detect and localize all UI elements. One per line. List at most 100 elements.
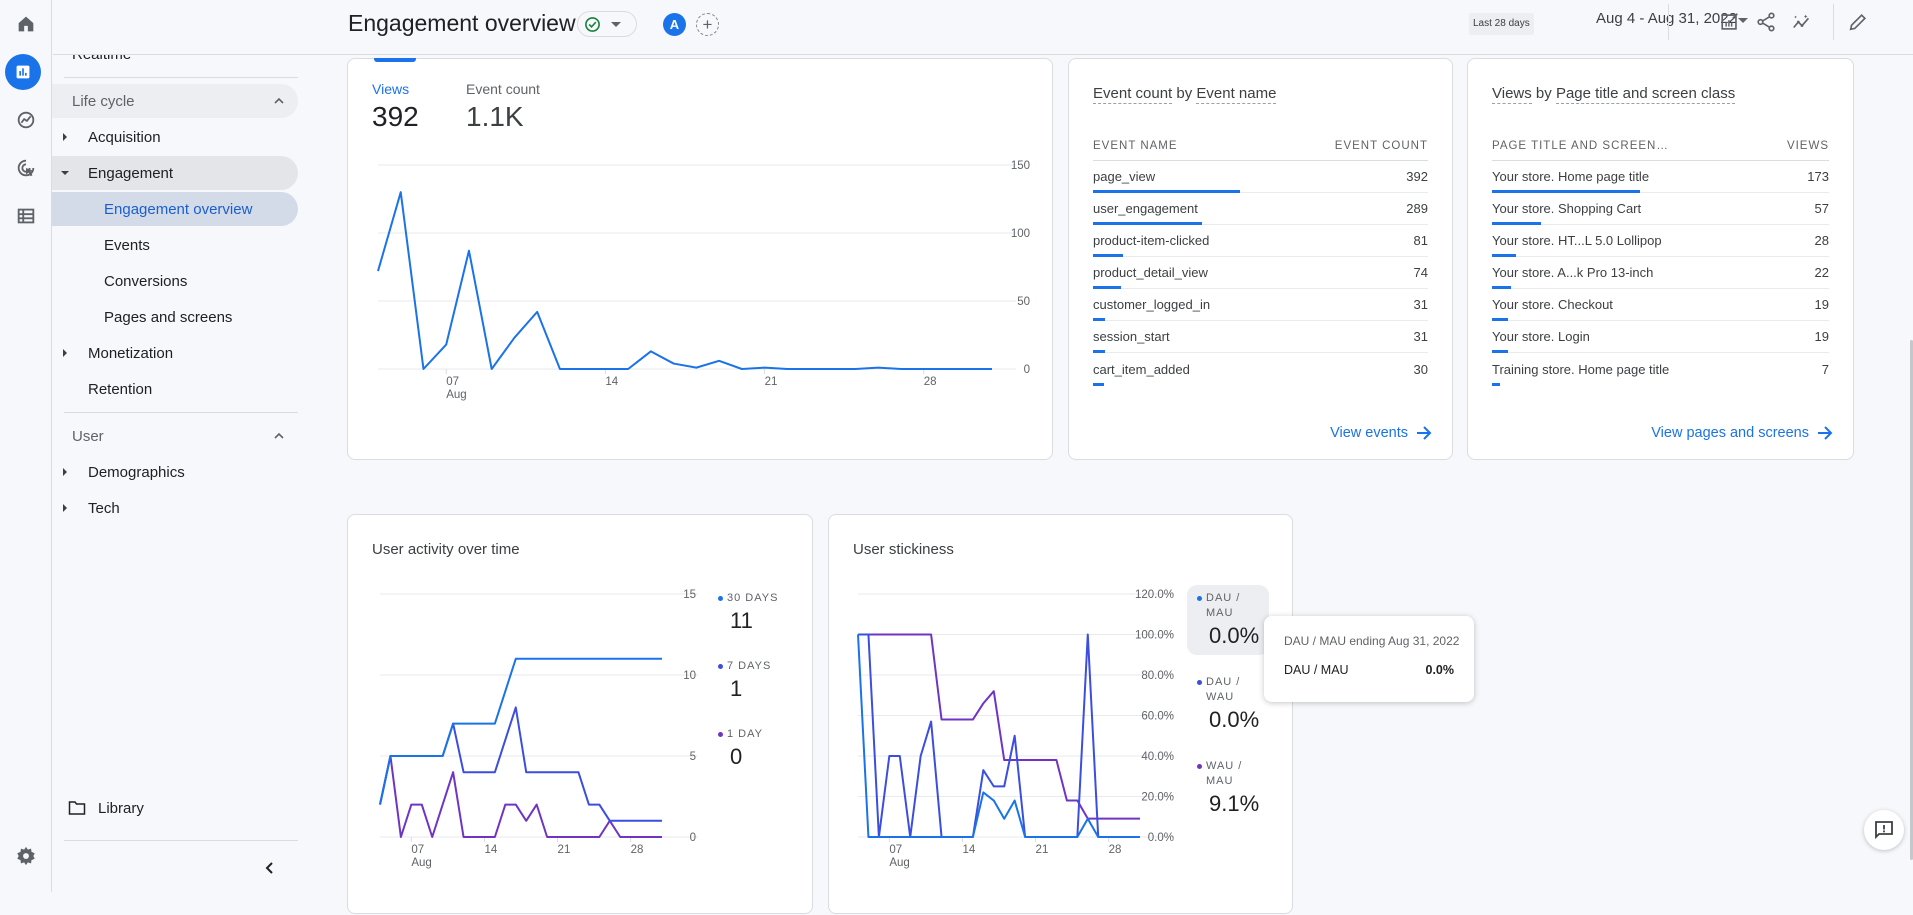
legend-dot xyxy=(1197,680,1202,685)
nav-retention[interactable]: Retention xyxy=(52,372,298,406)
table-row[interactable]: product-item-clicked 81 xyxy=(1093,225,1428,257)
nav-conversions[interactable]: Conversions xyxy=(52,264,298,298)
folder-icon xyxy=(68,801,86,815)
table-row[interactable]: page_view 392 xyxy=(1093,161,1428,193)
arrow-right-icon xyxy=(1417,426,1432,440)
collapse-nav-icon[interactable] xyxy=(262,860,278,876)
metric-selector[interactable]: Views xyxy=(1492,85,1532,104)
dropdown-arrow-icon xyxy=(611,21,621,27)
configure-icon[interactable] xyxy=(10,200,42,232)
nav-section-lifecycle[interactable]: Life cycle xyxy=(52,84,298,118)
x-tick-sublabel: Aug xyxy=(446,389,466,401)
nav-engagement[interactable]: Engagement xyxy=(52,156,298,190)
nav-divider xyxy=(64,412,298,413)
y-tick-label: 150 xyxy=(1011,160,1030,172)
nav-divider xyxy=(64,840,298,841)
table-row[interactable]: customer_logged_in 31 xyxy=(1093,289,1428,321)
legend-wau-mau[interactable]: WAU / MAU 9.1% xyxy=(1197,759,1277,817)
row-value: 289 xyxy=(1406,201,1428,216)
nav-tech[interactable]: Tech xyxy=(52,491,298,525)
legend-dau-mau[interactable]: DAU / MAU 0.0% xyxy=(1187,585,1269,655)
nav-events[interactable]: Events xyxy=(52,228,298,262)
row-value: 19 xyxy=(1814,329,1829,344)
expand-arrow-icon xyxy=(63,504,67,512)
date-range-picker[interactable]: Aug 4 - Aug 31, 2022 xyxy=(1596,10,1737,27)
share-icon[interactable] xyxy=(1753,9,1779,35)
y-tick-label: 100.0% xyxy=(1135,630,1174,642)
report-status-dropdown[interactable] xyxy=(577,11,637,37)
table-row[interactable]: user_engagement 289 xyxy=(1093,193,1428,225)
user-activity-line-chart: 0 5 10 15 07Aug 14 21 28 xyxy=(379,589,698,869)
row-label: Your store. HT...L 5.0 Lollipop xyxy=(1492,233,1662,248)
row-label: customer_logged_in xyxy=(1093,297,1211,312)
table-row[interactable]: session_start 31 xyxy=(1093,321,1428,353)
card-title: Event count by Event name xyxy=(1093,85,1277,104)
nav-divider xyxy=(64,77,298,78)
nav-library[interactable]: Library xyxy=(52,791,298,825)
view-events-link[interactable]: View events xyxy=(1330,425,1432,441)
insights-icon[interactable] xyxy=(1789,9,1815,35)
views-card: Views 392 Event count 1.1K 0 50 100 150 07 Au… xyxy=(347,58,1053,460)
table-row[interactable]: Training store. Home page title 7 xyxy=(1492,353,1829,386)
y-tick-label: 80.0% xyxy=(1141,670,1174,682)
row-value: 22 xyxy=(1814,265,1829,280)
x-tick-label: 21 xyxy=(765,376,778,388)
dimension-selector[interactable]: Page title and screen class xyxy=(1555,85,1736,104)
x-tick-label: 07 xyxy=(446,376,459,388)
series-line-30-days[interactable] xyxy=(379,657,662,805)
nav-acquisition[interactable]: Acquisition xyxy=(52,120,298,154)
add-comparison-button[interactable]: + xyxy=(696,13,719,36)
report-navigation: Reports snapshot Realtime Life cycle Acq… xyxy=(52,0,302,892)
legend-dot xyxy=(1197,764,1202,769)
feedback-button[interactable] xyxy=(1864,810,1904,850)
customize-report-icon[interactable] xyxy=(1717,9,1743,35)
advertising-icon[interactable] xyxy=(10,152,42,184)
series-line-dau-wau[interactable] xyxy=(858,633,1140,838)
table-row[interactable]: Your store. Shopping Cart 57 xyxy=(1492,193,1829,225)
date-preset-badge: Last 28 days xyxy=(1469,13,1534,35)
settings-icon[interactable] xyxy=(10,840,42,872)
series-line-1-day[interactable] xyxy=(379,755,662,838)
pages-card: Views by Page title and screen class PAG… xyxy=(1467,58,1854,460)
x-tick-label: 28 xyxy=(924,376,937,388)
y-tick-label: 10 xyxy=(683,670,696,682)
dimension-selector[interactable]: Event name xyxy=(1196,85,1277,104)
events-table: EVENT NAME EVENT COUNT page_view 392 user_e… xyxy=(1093,131,1428,386)
metric-selector[interactable]: Event count xyxy=(1093,85,1173,104)
row-label: page_view xyxy=(1093,169,1156,184)
nav-section-user[interactable]: User xyxy=(52,419,298,453)
series-line-views[interactable] xyxy=(377,191,992,370)
table-row[interactable]: product_detail_view 74 xyxy=(1093,257,1428,289)
table-row[interactable]: Your store. Checkout 19 xyxy=(1492,289,1829,321)
header-separator xyxy=(1833,4,1834,40)
table-row[interactable]: Your store. HT...L 5.0 Lollipop 28 xyxy=(1492,225,1829,257)
comparison-avatar[interactable]: A xyxy=(663,13,686,36)
row-value: 74 xyxy=(1413,265,1428,280)
table-row[interactable]: Your store. Login 19 xyxy=(1492,321,1829,353)
icon-rail xyxy=(0,0,52,892)
legend-30-days: 30 DAYS 11 xyxy=(718,591,798,634)
series-line-dau-mau[interactable] xyxy=(857,634,1140,838)
table-row[interactable]: Your store. A...k Pro 13-inch 22 xyxy=(1492,257,1829,289)
chevron-up-icon xyxy=(274,97,284,104)
home-icon[interactable] xyxy=(10,8,42,40)
explore-icon[interactable] xyxy=(10,104,42,136)
x-tick-label: 21 xyxy=(558,844,571,856)
reports-icon[interactable] xyxy=(5,54,41,90)
expand-arrow-icon xyxy=(63,468,67,476)
nav-demographics[interactable]: Demographics xyxy=(52,455,298,489)
x-tick-label: 07 xyxy=(411,844,424,856)
table-row[interactable]: Your store. Home page title 173 xyxy=(1492,161,1829,193)
user-activity-card: User activity over time 0 5 10 15 07 Aug 14 21 2… xyxy=(347,514,813,914)
edit-pencil-icon[interactable] xyxy=(1845,9,1871,35)
row-label: Training store. Home page title xyxy=(1492,361,1670,377)
nav-pages-and-screens[interactable]: Pages and screens xyxy=(52,300,298,334)
nav-engagement-overview[interactable]: Engagement overview xyxy=(52,192,298,226)
view-pages-link[interactable]: View pages and screens xyxy=(1651,425,1833,441)
series-line-wau-mau[interactable] xyxy=(858,633,1140,820)
x-tick-label: 28 xyxy=(1109,844,1122,856)
table-row[interactable]: cart_item_added 30 xyxy=(1093,353,1428,386)
nav-monetization[interactable]: Monetization xyxy=(52,336,298,370)
row-value: 30 xyxy=(1413,361,1428,377)
row-label: product_detail_view xyxy=(1093,265,1208,280)
